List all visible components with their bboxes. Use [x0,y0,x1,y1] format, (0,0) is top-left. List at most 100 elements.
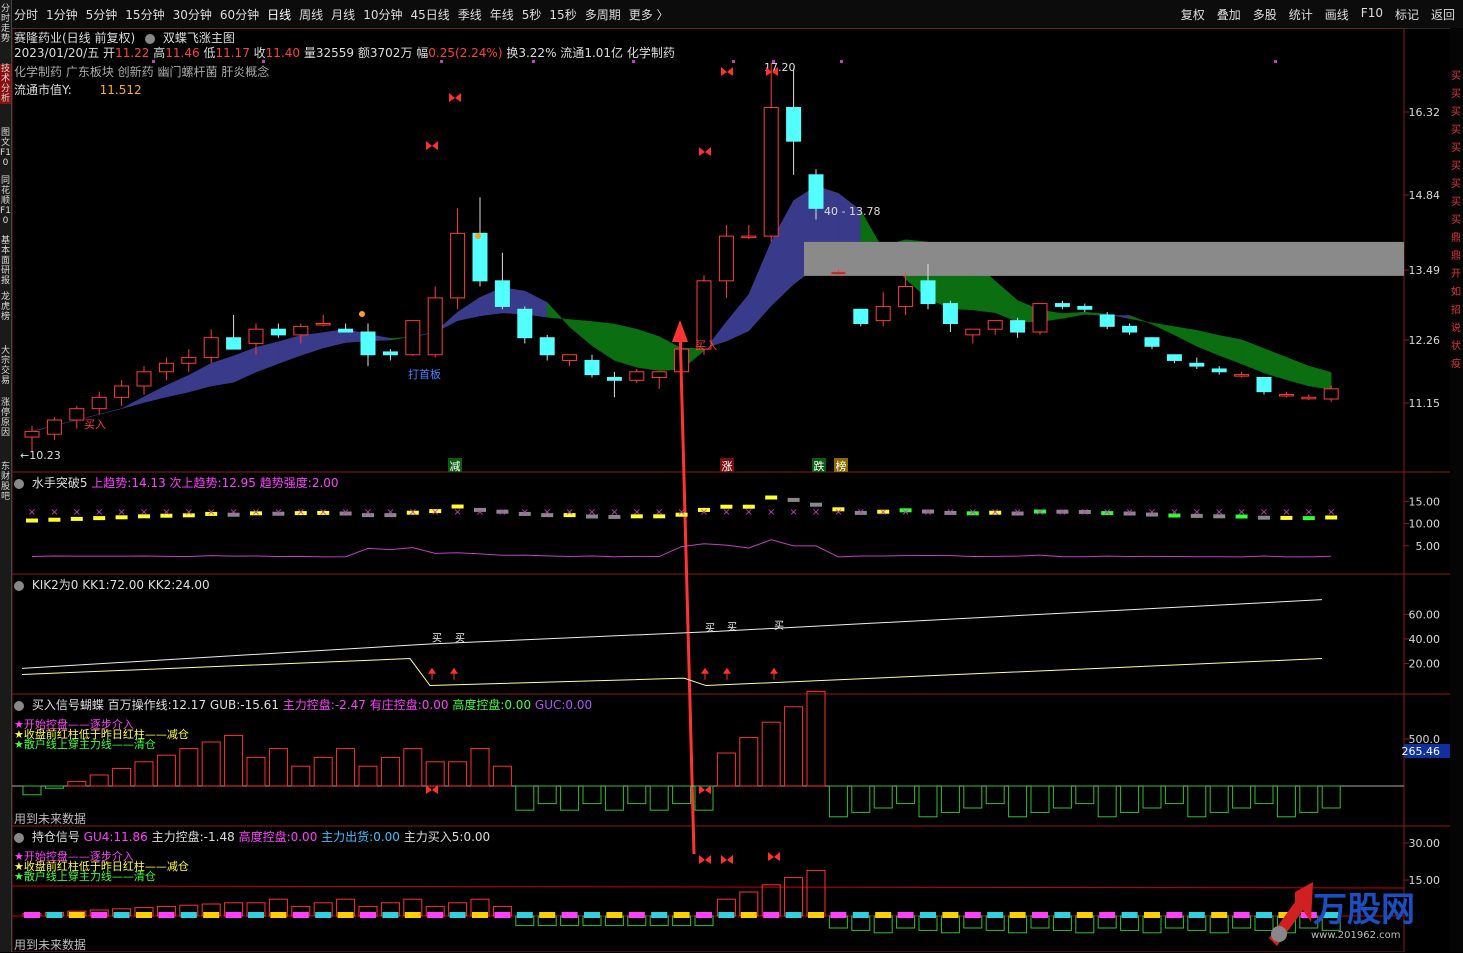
panel4-bar [1120,915,1140,931]
watermark-brand: 万股网 [1313,890,1415,930]
person-icon [475,233,481,239]
period-tab-16[interactable]: 更多 〉 [629,6,669,23]
candle-body [158,362,174,373]
panel1-cross: × [991,507,999,518]
sidebar-item-0[interactable]: 分时走势 [0,4,11,44]
period-tab-3[interactable]: 15分钟 [125,6,164,23]
price-axis-label: 14.84 [1409,189,1441,202]
panel3-bar [604,785,624,811]
panel4-v4-label: 主力出货: [321,830,374,844]
panel4-fill-bar [964,912,981,918]
tool-button-1[interactable]: 叠加 [1217,6,1241,23]
settings-icon[interactable] [145,33,156,44]
sidebar-item-5[interactable]: 龙虎榜 [0,292,11,322]
panel1-cross: × [73,507,81,518]
panel1-cross: × [565,507,573,518]
panel3-settings-icon[interactable] [14,700,24,711]
panel4-fill-bar [516,912,533,918]
panel4-name[interactable]: 持仓信号 [32,830,80,844]
tool-button-2[interactable]: 多股 [1253,6,1277,23]
panel4-fill-bar [561,912,578,918]
panel4-fill-bar [897,912,914,918]
tool-button-7[interactable]: 返回 [1431,6,1455,23]
panel1-cross: × [812,507,820,518]
ma-ribbon-segment [210,355,234,387]
sidebar-item-2[interactable]: 图文F10 [0,128,11,168]
tool-button-3[interactable]: 统计 [1289,6,1313,23]
period-tab-9[interactable]: 10分钟 [363,6,402,23]
red-arrow-line [678,327,696,855]
period-tab-6[interactable]: 日线 [267,6,291,23]
panel3-bar [1276,785,1296,818]
panel1-cross: × [1103,507,1111,518]
panel1-name[interactable]: 水手突破5 [32,476,88,490]
sidebar-item-4[interactable]: 基本面研报 [0,236,11,286]
panel1-cross: × [95,507,103,518]
tool-button-6[interactable]: 标记 [1395,6,1419,23]
candle-body [786,107,802,142]
panel4-fill-bar [1121,912,1138,918]
panel1-settings-icon[interactable] [14,478,24,489]
panel3-v1: 12.17 [171,698,207,712]
panel1-cross: × [1193,507,1201,518]
sidebar-item-7[interactable]: 涨停原因 [0,398,11,438]
candle-body [853,308,869,324]
panel1-cross: × [117,507,125,518]
panel1-cross: × [1237,507,1245,518]
fall-marker: 跌 [814,459,825,473]
panel2-up-arrow [450,667,458,674]
period-tab-15[interactable]: 多周期 [585,6,621,23]
sidebar-item-8[interactable]: 东财股吧 [0,462,11,502]
panel1-v1: 14.13 [131,476,166,490]
panel1-cross: × [229,507,237,518]
sidebar-item-3[interactable]: 同花顺F10 [0,176,11,226]
panel3-bar [89,774,109,787]
panel4-fill-bar [763,912,780,918]
panel4-bar [1008,915,1028,934]
panel2-name[interactable]: KIK2为0 [32,578,79,592]
panel1-cross: × [700,507,708,518]
period-tab-10[interactable]: 45日线 [410,6,449,23]
panel1-cross: × [543,507,551,518]
sidebar-item-6[interactable]: 大宗交易 [0,346,11,386]
period-tab-1[interactable]: 1分钟 [46,6,78,23]
panel4-fill-bar [606,912,623,918]
panel1-cross: × [409,507,417,518]
period-tab-8[interactable]: 月线 [331,6,355,23]
tool-button-0[interactable]: 复权 [1181,6,1205,23]
stock-title[interactable]: 赛隆药业(日线 前复权) [14,31,135,45]
period-tab-7[interactable]: 周线 [299,6,323,23]
panel3-name[interactable]: 买入信号蝴蝶 [32,698,104,712]
panel3-v2-label: GUB: [209,698,241,712]
sidebar-item-1[interactable]: 技术分析 [0,64,11,104]
panel4-settings-icon[interactable] [14,832,24,843]
tool-button-5[interactable]: F10 [1361,6,1383,23]
candle-body [360,331,376,356]
period-tab-12[interactable]: 年线 [490,6,514,23]
panel2-settings-icon[interactable] [14,580,24,591]
panel3-v4-label: 有庄控盘: [369,698,422,712]
main-indicator-name[interactable]: 双蝶飞涨主图 [163,31,235,45]
period-tab-2[interactable]: 5分钟 [86,6,118,23]
period-tab-4[interactable]: 30分钟 [173,6,212,23]
panel3-bar [1120,785,1140,813]
panel1-v2: 12.95 [221,476,256,490]
signal-dot [840,60,843,63]
panel1-cross: × [722,507,730,518]
tool-button-4[interactable]: 画线 [1325,6,1349,23]
ma-ribbon-segment [278,335,302,364]
period-tab-13[interactable]: 5秒 [522,6,542,23]
panel1-header: 水手突破5 上趋势:14.13 次上趋势:12.95 趋势强度:2.00 [14,474,339,491]
period-tab-14[interactable]: 15秒 [549,6,576,23]
panel1-cross: × [901,507,909,518]
panel1-cross: × [453,507,461,518]
panel3-bar [448,761,468,787]
candle-body [1278,393,1294,397]
candle-body [987,320,1003,330]
ma-ribbon-segment [726,293,750,342]
watermark: 万股网 www.201962.com [1265,882,1445,948]
period-tab-5[interactable]: 60分钟 [220,6,259,23]
period-tab-11[interactable]: 季线 [458,6,482,23]
panel4-fill-bar [1188,912,1205,918]
period-tab-0[interactable]: 分时 [14,6,38,23]
